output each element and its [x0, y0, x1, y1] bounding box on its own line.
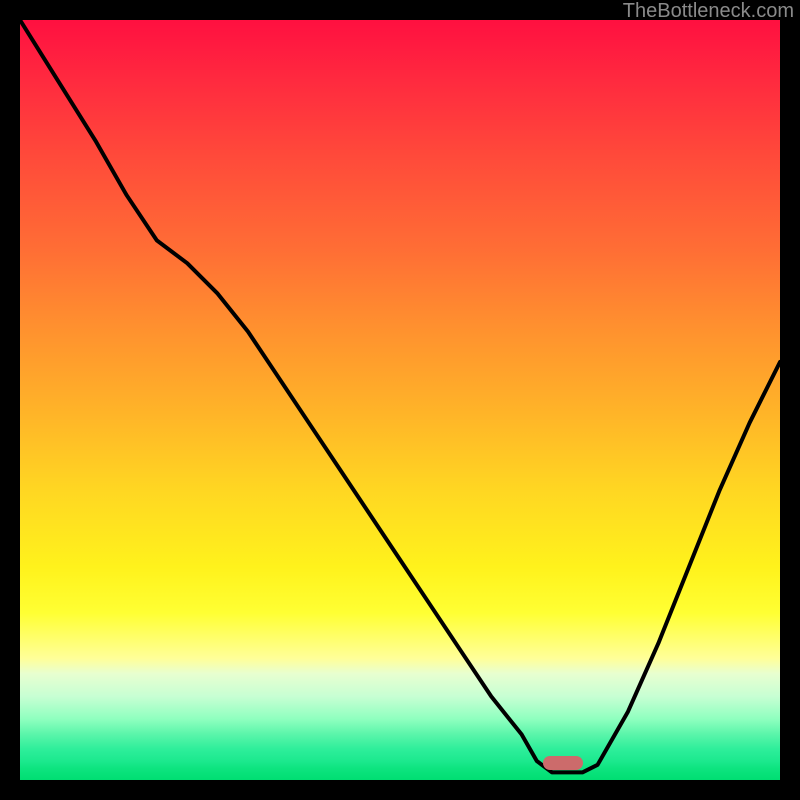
optimal-marker — [543, 756, 583, 770]
bottleneck-curve — [20, 20, 780, 780]
curve-path — [20, 20, 780, 772]
chart-frame: TheBottleneck.com — [0, 0, 800, 800]
chart-plot-area — [20, 20, 780, 780]
watermark-text: TheBottleneck.com — [623, 0, 794, 23]
